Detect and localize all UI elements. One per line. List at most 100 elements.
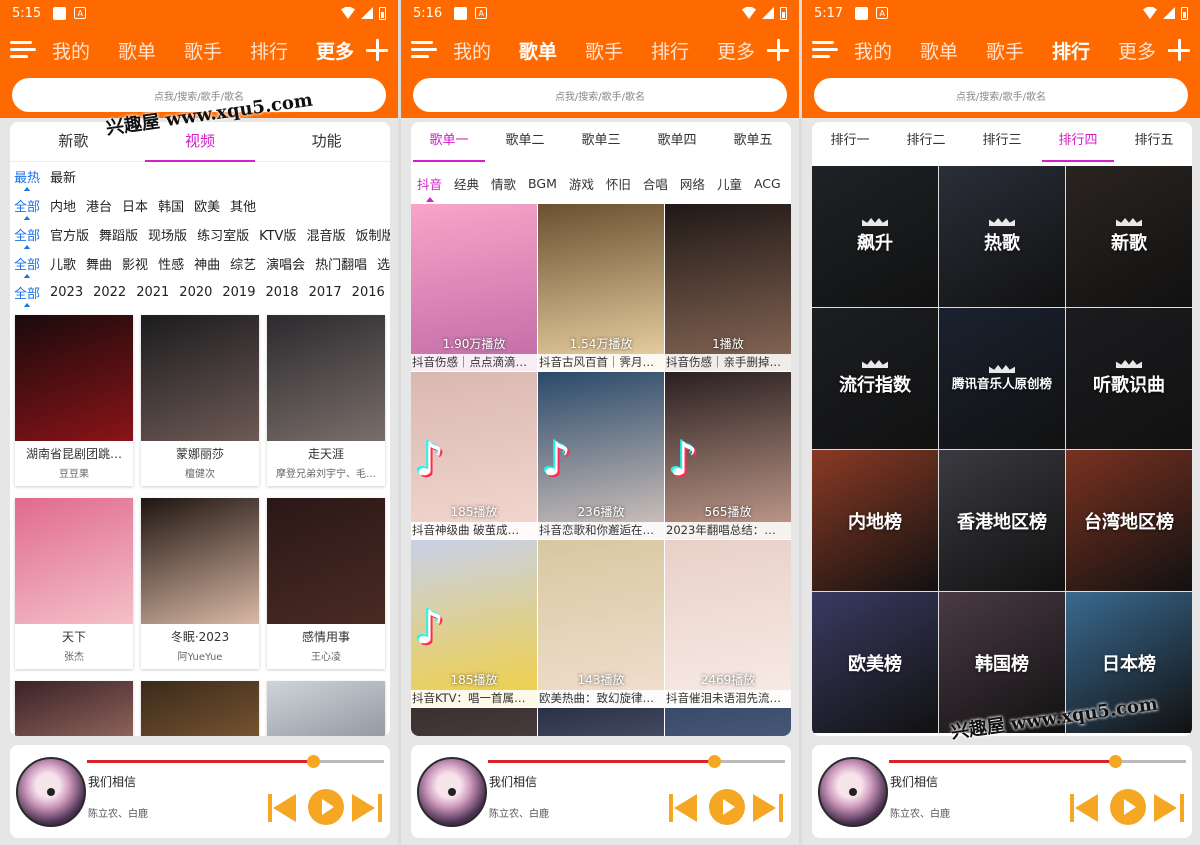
rank-item[interactable]: 欧美榜 — [812, 592, 938, 733]
playlist-filter-option[interactable]: ACG — [754, 176, 781, 191]
filter-option[interactable]: 全部 — [14, 283, 40, 307]
video-item[interactable] — [15, 681, 133, 736]
nav-tab-rank[interactable]: 排行 — [651, 37, 689, 64]
video-thumbnail[interactable] — [15, 498, 133, 624]
filter-option[interactable]: KTV版 — [259, 225, 296, 244]
rank-item[interactable]: 内地榜 — [812, 450, 938, 591]
add-icon[interactable] — [767, 39, 789, 61]
playlist-item[interactable]: 2469播放 抖音催泪未语泪先流… — [665, 540, 791, 707]
video-thumbnail[interactable] — [267, 315, 385, 441]
filter-option[interactable]: 2017 — [309, 285, 342, 300]
playlist-item[interactable]: 1.54万播放 抖音古风百首｜霁月… — [538, 204, 664, 371]
playlist-item[interactable]: 1播放 抖音伤感｜亲手删掉… — [665, 204, 791, 371]
filter-option[interactable]: 其他 — [230, 196, 256, 215]
video-thumbnail[interactable] — [267, 498, 385, 624]
playlist-filter-option[interactable]: 情歌 — [491, 174, 516, 193]
filter-option[interactable]: 2023 — [50, 285, 83, 300]
filter-option[interactable]: 日本 — [122, 196, 148, 215]
album-cover[interactable] — [417, 757, 487, 827]
playlist-item[interactable]: ♪ 185播放 抖音神级曲 破茧成… — [411, 372, 537, 539]
video-item[interactable]: 走天涯 摩登兄弟刘宇宁、毛… — [267, 315, 385, 486]
filter-option[interactable]: 2021 — [136, 285, 169, 300]
playlist-tab[interactable]: 歌单五 — [715, 122, 791, 162]
progress-bar[interactable] — [889, 755, 1186, 768]
progress-knob[interactable] — [306, 755, 320, 768]
nav-tab-mine[interactable]: 我的 — [453, 37, 491, 64]
add-icon[interactable] — [366, 39, 388, 61]
playlist-item[interactable]: ♪ 565播放 2023年翻唱总结：… — [665, 372, 791, 539]
playlist-filter-option[interactable]: 游戏 — [569, 174, 594, 193]
filter-option[interactable]: 神曲 — [194, 254, 220, 273]
playlist-item[interactable]: 1.90万播放 抖音伤感｜点点滴滴… — [411, 204, 537, 371]
video-item[interactable]: 蒙娜丽莎 檀健次 — [141, 315, 259, 486]
menu-icon[interactable] — [812, 40, 838, 60]
video-item[interactable]: 感情用事 王心凌 — [267, 498, 385, 669]
nav-tab-mine[interactable]: 我的 — [52, 37, 90, 64]
filter-option[interactable]: 港台 — [86, 196, 112, 215]
nav-tab-playlist[interactable]: 歌单 — [118, 37, 156, 64]
playlist-item[interactable] — [665, 708, 791, 736]
add-icon[interactable] — [1168, 39, 1190, 61]
filter-option[interactable]: 2022 — [93, 285, 126, 300]
next-icon[interactable] — [1154, 793, 1184, 823]
menu-icon[interactable] — [411, 40, 437, 60]
playlist-item[interactable]: 143播放 欧美热曲：致幻旋律… — [538, 540, 664, 707]
filter-option[interactable]: 全部 — [14, 196, 40, 220]
filter-option[interactable]: 2020 — [179, 285, 212, 300]
video-thumbnail[interactable] — [15, 315, 133, 441]
rank-item[interactable]: 热歌 — [939, 166, 1065, 307]
filter-option[interactable]: 欧美 — [194, 196, 220, 215]
filter-option[interactable]: 选秀 — [377, 254, 390, 273]
previous-icon[interactable] — [1070, 793, 1100, 823]
playlist-filter-option[interactable]: 网络 — [680, 174, 705, 193]
nav-tab-more[interactable]: 更多 — [316, 37, 354, 64]
progress-knob[interactable] — [707, 755, 721, 768]
album-cover[interactable] — [16, 757, 86, 827]
rank-item[interactable]: 听歌识曲 — [1066, 308, 1192, 449]
playlist-filter-option[interactable]: 怀旧 — [606, 174, 631, 193]
rank-item[interactable]: 新歌 — [1066, 166, 1192, 307]
video-item[interactable] — [267, 681, 385, 736]
menu-icon[interactable] — [10, 40, 36, 60]
progress-bar[interactable] — [87, 755, 384, 768]
search-input[interactable]: 点我/搜索/歌手/歌名 — [814, 78, 1188, 112]
filter-option[interactable]: 影视 — [122, 254, 148, 273]
filter-option[interactable]: 混音版 — [306, 225, 345, 244]
playlist-filter-option[interactable]: BGM — [528, 176, 557, 191]
nav-tab-rank[interactable]: 排行 — [1052, 37, 1090, 64]
filter-option[interactable]: 最新 — [50, 167, 76, 186]
rank-tab[interactable]: 排行四 — [1040, 122, 1116, 162]
filter-option[interactable]: 舞曲 — [86, 254, 112, 273]
playlist-filter-option[interactable]: 儿童 — [717, 174, 742, 193]
rank-item[interactable]: 飙升 — [812, 166, 938, 307]
playlist-item[interactable] — [538, 708, 664, 736]
playlist-item[interactable]: ♪ 185播放 抖音KTV：唱一首属… — [411, 540, 537, 707]
filter-option[interactable]: 演唱会 — [266, 254, 305, 273]
playlist-filter-option[interactable]: 合唱 — [643, 174, 668, 193]
play-icon[interactable] — [709, 789, 745, 825]
filter-option[interactable]: 练习室版 — [197, 225, 249, 244]
sub-tab-functions[interactable]: 功能 — [263, 122, 390, 162]
filter-option[interactable]: 现场版 — [148, 225, 187, 244]
filter-option[interactable]: 热门翻唱 — [315, 254, 367, 273]
filter-option[interactable]: 舞蹈版 — [99, 225, 138, 244]
filter-option[interactable]: 官方版 — [50, 225, 89, 244]
playlist-item[interactable] — [411, 708, 537, 736]
nav-tab-rank[interactable]: 排行 — [250, 37, 288, 64]
nav-tab-playlist[interactable]: 歌单 — [920, 37, 958, 64]
nav-tab-mine[interactable]: 我的 — [854, 37, 892, 64]
next-icon[interactable] — [753, 793, 783, 823]
filter-option[interactable]: 全部 — [14, 254, 40, 278]
progress-bar[interactable] — [488, 755, 785, 768]
playlist-tab[interactable]: 歌单三 — [563, 122, 639, 162]
rank-tab[interactable]: 排行五 — [1116, 122, 1192, 162]
nav-tab-playlist[interactable]: 歌单 — [519, 37, 557, 64]
playlist-tab[interactable]: 歌单一 — [411, 122, 487, 162]
video-thumbnail[interactable] — [15, 681, 133, 736]
next-icon[interactable] — [352, 793, 382, 823]
nav-tab-singer[interactable]: 歌手 — [184, 37, 222, 64]
video-item[interactable] — [141, 681, 259, 736]
playlist-filter-option[interactable]: 抖音 — [417, 174, 442, 202]
play-icon[interactable] — [1110, 789, 1146, 825]
rank-item[interactable]: 腾讯音乐人原创榜 — [939, 308, 1065, 449]
